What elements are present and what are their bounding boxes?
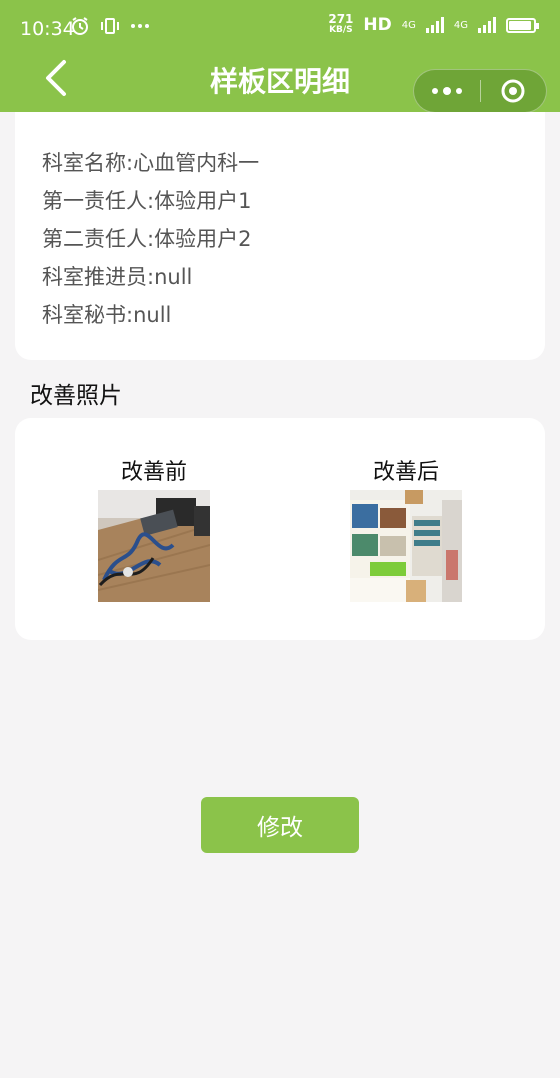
speed-unit: KB/S [329, 25, 353, 35]
photos-section-title: 改善照片 [30, 383, 122, 409]
after-photo-group: 改善后 [350, 454, 462, 602]
header: 10:34 271 KB/S HD 4G 4G 样板区明细 [0, 0, 560, 113]
signal-icon-1 [425, 17, 444, 33]
target-circle-icon [501, 79, 525, 103]
more-menu-button[interactable] [414, 87, 480, 95]
before-label: 改善前 [120, 460, 187, 485]
after-label: 改善后 [372, 460, 439, 485]
network-type-2: 4G [453, 19, 468, 31]
vibrate-icon [101, 18, 119, 34]
photos-card: 改善前 改善后 [15, 418, 545, 640]
hd-indicator: HD [363, 15, 392, 35]
network-speed: 271 KB/S [328, 12, 354, 36]
department-info-card: 科室名称:心血管内科一 第一责任人:体验用户1 第二责任人:体验用户2 科室推进… [15, 112, 545, 360]
close-miniprogram-button[interactable] [481, 78, 547, 104]
dept-name: 科室名称:心血管内科一 [42, 151, 260, 175]
battery-icon [506, 17, 539, 33]
after-photo[interactable] [350, 490, 462, 602]
edit-button[interactable]: 修改 [201, 797, 359, 853]
dot-icon [455, 88, 462, 94]
info-list: 科室名称:心血管内科一 第一责任人:体验用户1 第二责任人:体验用户2 科室推进… [42, 148, 259, 338]
dept-promoter: 科室推进员:null [42, 265, 193, 289]
status-icons-right: 271 KB/S HD 4G 4G [328, 12, 539, 36]
more-notifications-icon [131, 24, 149, 28]
dot-icon [442, 87, 451, 95]
first-owner: 第一责任人:体验用户1 [42, 189, 252, 213]
status-icons-left [70, 16, 150, 36]
nav-bar: 样板区明细 [0, 56, 560, 113]
speed-value: 271 [328, 12, 354, 26]
signal-icon-2 [478, 17, 496, 33]
before-photo[interactable] [98, 490, 210, 602]
status-bar: 10:34 271 KB/S HD 4G 4G [0, 0, 560, 56]
dot-icon [431, 88, 438, 94]
before-photo-group: 改善前 [98, 454, 210, 602]
status-time: 10:34 [20, 18, 75, 40]
alarm-icon [72, 17, 88, 35]
network-type-1: 4G [401, 19, 416, 31]
miniprogram-capsule [413, 69, 547, 113]
dept-secretary: 科室秘书:null [42, 303, 172, 327]
second-owner: 第二责任人:体验用户2 [42, 227, 252, 251]
